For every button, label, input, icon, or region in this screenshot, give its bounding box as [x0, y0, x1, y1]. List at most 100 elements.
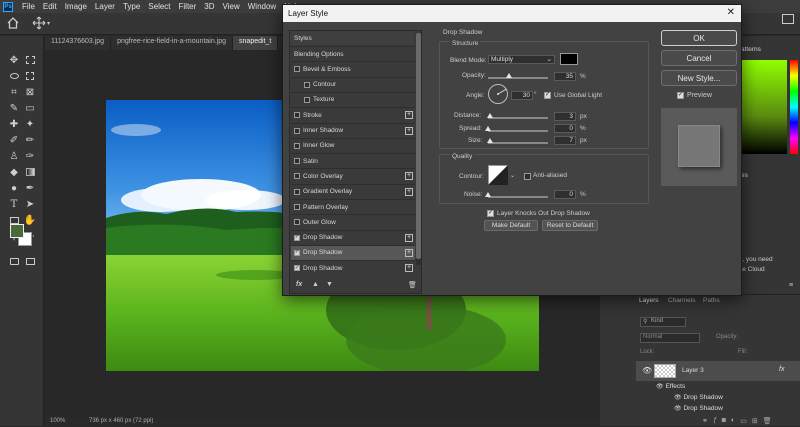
style-item[interactable]: Inner Shadow + — [291, 124, 415, 138]
fx-menu-button[interactable]: fx — [296, 281, 302, 288]
size-slider[interactable] — [488, 142, 548, 144]
home-icon[interactable] — [6, 16, 20, 30]
adjustments-tab[interactable]: es — [741, 172, 748, 179]
opacity-slider[interactable] — [488, 77, 548, 79]
style-item[interactable]: Stroke + — [291, 108, 415, 122]
frame-icon[interactable]: ⊠ — [23, 85, 37, 99]
crop-icon[interactable]: ⌗ — [7, 85, 21, 99]
shadow-color-swatch[interactable] — [560, 53, 578, 65]
new-style-button[interactable]: New Style... — [661, 70, 737, 86]
use-global-light-checkbox[interactable]: ✓ — [544, 92, 551, 99]
style-item[interactable]: Texture — [291, 93, 415, 107]
contour-dropdown-icon[interactable]: ⌄ — [510, 172, 515, 179]
style-item[interactable]: ✓ Drop Shadow + — [291, 231, 415, 245]
layer-name[interactable]: Layer 3 — [682, 367, 704, 374]
anti-aliased-checkbox[interactable] — [524, 173, 531, 180]
menu-window[interactable]: Window — [244, 2, 280, 11]
blend-mode-select[interactable]: Normal — [640, 333, 700, 343]
style-item[interactable]: ✓ Drop Shadow + — [291, 261, 415, 275]
style-item[interactable]: Pattern Overlay — [291, 200, 415, 214]
spread-slider-thumb[interactable] — [485, 126, 491, 131]
style-checkbox[interactable]: ✓ — [294, 234, 300, 241]
delete-effect-icon[interactable]: 🗑 — [408, 281, 417, 289]
size-slider-thumb[interactable] — [487, 138, 494, 143]
effect-item[interactable]: 👁 Drop Shadow — [674, 405, 723, 412]
quick-mask-icon[interactable] — [7, 254, 21, 268]
style-item[interactable]: ✓ Drop Shadow + — [291, 245, 415, 260]
menu-select[interactable]: Select — [144, 2, 174, 11]
healing-brush-icon[interactable]: ✚ — [7, 117, 21, 131]
object-select-icon[interactable] — [23, 69, 37, 83]
menu-edit[interactable]: Edit — [39, 2, 61, 11]
brush-icon[interactable]: ✐ — [7, 133, 21, 147]
preview-checkbox[interactable]: ✓ — [677, 92, 684, 99]
zoom-level[interactable]: 100% — [50, 418, 65, 424]
foreground-color-swatch-top[interactable] — [10, 224, 24, 238]
paths-tab[interactable]: Paths — [703, 297, 720, 304]
document-tab[interactable]: snapedit_t — [233, 36, 279, 50]
screen-mode-icon[interactable] — [23, 254, 37, 268]
style-checkbox[interactable] — [294, 204, 300, 210]
add-effect-icon[interactable]: + — [405, 264, 413, 273]
contour-picker[interactable] — [488, 165, 508, 185]
type-icon[interactable]: T — [7, 197, 21, 211]
path-select-icon[interactable]: ➤ — [23, 197, 37, 211]
eyedropper-icon[interactable]: ✎ — [7, 101, 21, 115]
spread-slider[interactable] — [488, 130, 548, 132]
style-item[interactable]: Contour — [291, 78, 415, 92]
anti-aliased-label[interactable]: Anti-aliased — [533, 172, 567, 179]
menu-image[interactable]: Image — [61, 2, 91, 11]
noise-slider-thumb[interactable] — [485, 192, 491, 197]
move-up-icon[interactable]: ▲ — [312, 281, 319, 288]
add-effect-icon[interactable]: + — [405, 248, 413, 257]
spread-value[interactable]: 0 — [554, 124, 576, 133]
add-effect-icon[interactable]: + — [405, 172, 413, 181]
reset-to-default-button[interactable]: Reset to Default — [542, 220, 598, 231]
document-tab[interactable]: 11124376603.jpg — [45, 36, 112, 50]
style-checkbox[interactable] — [294, 66, 300, 73]
move-down-icon[interactable]: ▼ — [326, 281, 333, 288]
workspace-icon[interactable] — [782, 14, 794, 24]
distance-value[interactable]: 3 — [554, 112, 576, 121]
channels-tab[interactable]: Channels — [668, 297, 695, 304]
document-tab[interactable]: pngfree-rice-field-in-a-mountain.jpg — [111, 36, 234, 50]
blend-mode-select[interactable]: Multiply ⌄ — [488, 55, 555, 64]
knocks-out-checkbox[interactable]: ✓ — [487, 210, 494, 217]
opacity-value[interactable]: 35 — [554, 72, 576, 81]
menu-layer[interactable]: Layer — [91, 2, 119, 11]
noise-slider[interactable] — [488, 196, 548, 198]
style-checkbox[interactable]: ✓ — [294, 265, 300, 272]
effect-eye-icon[interactable]: 👁 — [674, 406, 682, 412]
distance-slider[interactable] — [488, 117, 548, 119]
layers-tab[interactable]: Layers — [639, 297, 659, 304]
style-item[interactable]: Color Overlay + — [291, 169, 415, 183]
style-checkbox[interactable] — [294, 188, 300, 195]
size-value[interactable]: 7 — [554, 136, 576, 145]
style-checkbox[interactable]: ✓ — [294, 249, 300, 256]
angle-value[interactable]: 30 — [511, 91, 533, 100]
style-checkbox[interactable] — [294, 219, 300, 226]
layer-fx-icon[interactable]: fx — [779, 366, 784, 373]
ok-button[interactable]: OK — [661, 30, 737, 46]
color-picker[interactable] — [742, 60, 787, 154]
knocks-out-label[interactable]: Layer Knocks Out Drop Shadow — [497, 210, 590, 217]
scrollbar[interactable] — [416, 33, 421, 265]
preview-label[interactable]: Preview — [687, 92, 712, 99]
lasso-icon[interactable] — [7, 69, 21, 83]
add-effect-icon[interactable]: + — [405, 233, 413, 242]
style-item[interactable]: Blending Options — [291, 47, 415, 61]
ruler-icon[interactable]: ▭ — [23, 101, 37, 115]
style-checkbox[interactable] — [294, 173, 300, 180]
hand-icon[interactable]: ✋ — [23, 213, 37, 227]
style-checkbox[interactable] — [294, 127, 300, 134]
panel-menu-icon[interactable]: ≡ — [789, 282, 793, 289]
style-checkbox[interactable] — [294, 112, 300, 119]
style-item[interactable]: Bevel & Emboss — [291, 62, 415, 76]
layer-row[interactable]: 👁 Layer 3 fx — [636, 361, 800, 381]
kind-filter[interactable]: ⚲ Kind — [640, 317, 686, 327]
use-global-light-label[interactable]: Use Global Light — [554, 92, 602, 99]
move-icon[interactable]: ✥ — [7, 53, 21, 67]
distance-slider-thumb[interactable] — [486, 113, 493, 118]
make-default-button[interactable]: Make Default — [484, 220, 538, 231]
chevron-down-icon[interactable]: ▾ — [47, 20, 50, 27]
